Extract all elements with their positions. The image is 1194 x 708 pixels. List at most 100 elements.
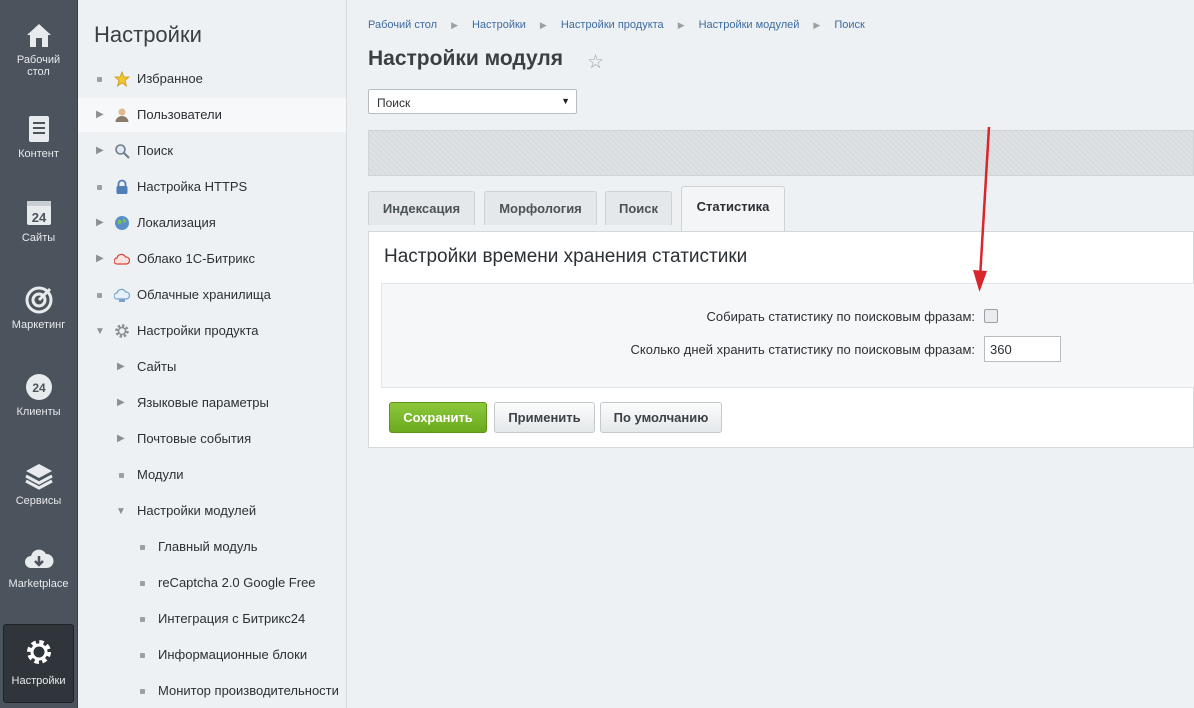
cloud-storage-icon — [114, 288, 130, 302]
tab-morphology[interactable]: Морфология — [484, 191, 597, 225]
bullet-marker — [97, 293, 102, 298]
menu-item-mail-events[interactable]: ▶ Почтовые события — [78, 422, 346, 456]
rail-item-label: Marketplace — [8, 578, 69, 590]
rail-item-marketplace[interactable]: Marketplace — [0, 524, 77, 604]
menu-item-modules[interactable]: Модули — [78, 458, 346, 492]
bullet-marker — [140, 617, 145, 622]
breadcrumb-link[interactable]: Настройки — [472, 19, 526, 31]
statistics-panel: Настройки времени хранения статистики Со… — [368, 231, 1194, 448]
menu-item-label: Настройки модулей — [137, 503, 257, 518]
menu-item-main-module[interactable]: Главный модуль — [78, 530, 346, 564]
module-select[interactable]: Поиск ▼ — [368, 89, 577, 114]
menu-item-users[interactable]: ▶ Пользователи — [78, 98, 346, 132]
menu-item-bitrix-cloud[interactable]: ▶ Облако 1С-Битрикс — [78, 242, 346, 276]
expand-arrow-icon[interactable]: ▶ — [96, 145, 104, 156]
menu-item-label: Языковые параметры — [137, 395, 269, 410]
user-icon — [115, 108, 129, 122]
menu-item-label: Главный модуль — [158, 539, 258, 554]
menu-item-label: reCaptcha 2.0 Google Free — [158, 575, 316, 590]
expand-arrow-icon[interactable]: ▶ — [117, 433, 125, 444]
rail-item-settings[interactable]: Настройки — [3, 624, 74, 703]
cloud-icon — [114, 253, 130, 265]
menu-item-label: Поиск — [137, 143, 174, 158]
rail-item-desktop[interactable]: Рабочий стол — [0, 0, 77, 80]
expand-arrow-icon[interactable]: ▶ — [117, 397, 125, 408]
cloud-download-icon — [24, 549, 54, 568]
menu-item-label: Облачные хранилища — [137, 287, 271, 302]
menu-item-recaptcha[interactable]: reCaptcha 2.0 Google Free — [78, 566, 346, 600]
menu-item-sites[interactable]: ▶ Сайты — [78, 350, 346, 384]
magnifier-icon — [115, 144, 130, 159]
menu-item-search[interactable]: ▶ Поиск — [78, 134, 346, 168]
menu-item-localization[interactable]: ▶ Локализация — [78, 206, 346, 240]
gear-icon — [26, 640, 51, 664]
svg-text:24: 24 — [31, 210, 46, 225]
gear-icon — [115, 324, 129, 338]
tab-statistics[interactable]: Статистика — [681, 186, 785, 232]
rail-item-content[interactable]: Контент — [0, 94, 77, 174]
default-button[interactable]: По умолчанию — [600, 402, 722, 433]
collect-stats-checkbox[interactable] — [984, 309, 998, 323]
clients-24-icon: 24 — [25, 374, 52, 400]
star-icon — [114, 71, 130, 87]
breadcrumb-link[interactable]: Поиск — [834, 19, 864, 31]
rail-item-label: Настройки — [11, 675, 66, 687]
favorite-star-icon[interactable]: ☆ — [587, 51, 604, 74]
rail-item-label: Контент — [18, 148, 59, 160]
expand-arrow-icon[interactable]: ▶ — [96, 253, 104, 264]
breadcrumb-separator-icon: ▶ — [539, 20, 547, 30]
rail-item-clients[interactable]: 24 Клиенты — [0, 352, 77, 432]
menu-item-language-params[interactable]: ▶ Языковые параметры — [78, 386, 346, 420]
rail-item-marketing[interactable]: Маркетинг — [0, 265, 77, 345]
bullet-marker — [97, 185, 102, 190]
tab-search[interactable]: Поиск — [605, 191, 672, 225]
menu-item-cloud-storage[interactable]: Облачные хранилища — [78, 278, 346, 312]
menu-item-bitrix24-integration[interactable]: Интеграция с Битрикс24 — [78, 602, 346, 636]
menu-item-product-settings[interactable]: ▼ Настройки продукта — [78, 314, 346, 348]
expand-arrow-icon[interactable]: ▶ — [96, 109, 104, 120]
home-icon — [26, 24, 51, 47]
bullet-marker — [119, 473, 124, 478]
menu-item-favorites[interactable]: Избранное — [78, 62, 346, 96]
save-button[interactable]: Сохранить — [389, 402, 487, 433]
main-content: Рабочий стол ▶ Настройки ▶ Настройки продукт… — [347, 0, 1194, 708]
breadcrumb-link[interactable]: Настройки модулей — [699, 19, 800, 31]
menu-item-performance-monitor[interactable]: Монитор производительности — [78, 674, 346, 708]
tab-indexing[interactable]: Индексация — [368, 191, 475, 225]
bullet-marker — [140, 653, 145, 658]
breadcrumb-separator-icon: ▶ — [451, 20, 458, 30]
menu-item-label: Монитор производительности — [158, 683, 339, 698]
menu-item-module-settings[interactable]: ▼ Настройки модулей — [78, 494, 346, 528]
rail-item-label: Маркетинг — [11, 319, 66, 331]
bullet-marker — [97, 77, 102, 82]
menu-item-label: Настройки продукта — [137, 323, 259, 338]
bullet-marker — [140, 689, 145, 694]
module-select-value: Поиск — [377, 96, 411, 110]
keep-days-label: Сколько дней хранить статистику по поиск… — [630, 342, 975, 357]
target-icon — [25, 286, 52, 314]
expand-arrow-icon[interactable]: ▶ — [96, 217, 104, 228]
breadcrumb-link[interactable]: Рабочий стол — [368, 19, 437, 31]
menu-item-label: Локализация — [137, 215, 216, 230]
menu-item-infoblocks[interactable]: Информационные блоки — [78, 638, 346, 672]
rail-item-label: Сервисы — [15, 495, 62, 507]
breadcrumb-link[interactable]: Настройки продукта — [561, 19, 664, 31]
page-title: Настройки модуля — [368, 47, 564, 70]
menu-title: Настройки — [94, 22, 202, 47]
menu-item-https[interactable]: Настройка HTTPS — [78, 170, 346, 204]
bullet-marker — [140, 545, 145, 550]
expand-arrow-icon[interactable]: ▶ — [117, 361, 125, 372]
rail-item-sites[interactable]: 24 Сайты — [0, 178, 77, 258]
dropdown-arrow-icon: ▼ — [561, 96, 570, 106]
menu-item-label: Сайты — [137, 359, 177, 374]
keep-days-input[interactable]: 360 — [984, 336, 1061, 362]
menu-item-label: Избранное — [137, 71, 203, 86]
collapse-arrow-icon[interactable]: ▼ — [95, 326, 105, 337]
panel-title: Настройки времени хранения статистики — [384, 246, 748, 267]
rail-item-services[interactable]: Сервисы — [0, 441, 77, 521]
menu-item-label: Модули — [137, 467, 184, 482]
collapse-arrow-icon[interactable]: ▼ — [116, 506, 126, 517]
globe-icon — [115, 216, 129, 230]
apply-button[interactable]: Применить — [494, 402, 595, 433]
rail-item-label: Рабочий стол — [16, 54, 61, 78]
